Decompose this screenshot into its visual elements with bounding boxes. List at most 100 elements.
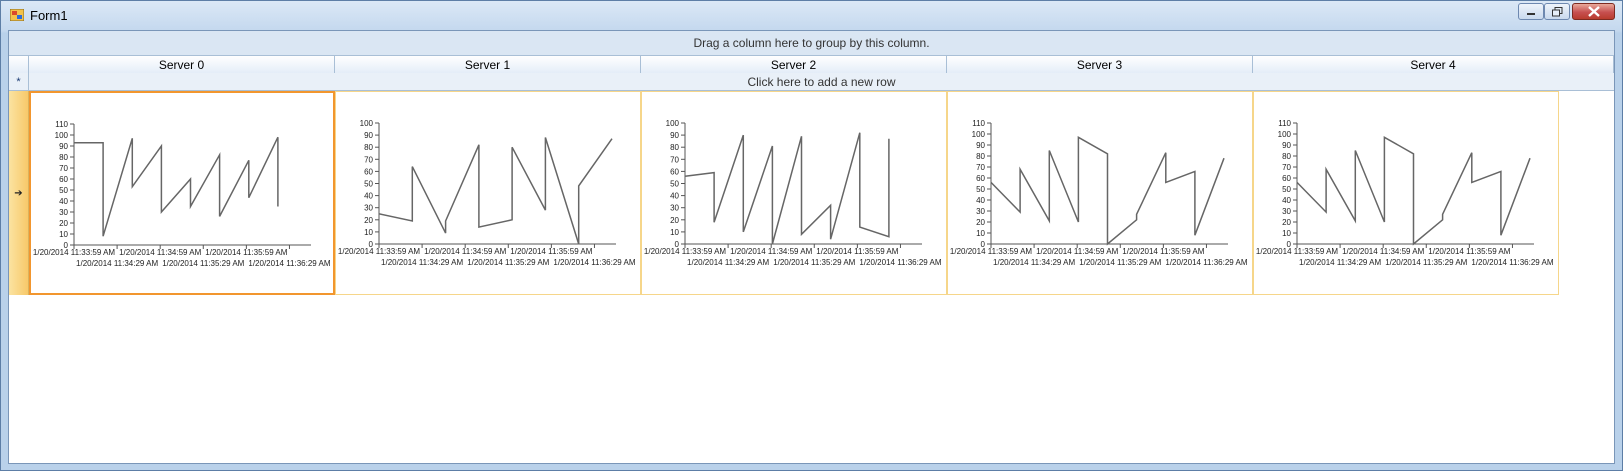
x-tick-label: 1/20/2014 11:35:29 AM	[1079, 258, 1161, 267]
y-tick-label: 10	[670, 228, 679, 237]
new-row-hint: Click here to add a new row	[747, 74, 896, 89]
x-tick-label: 1/20/2014 11:34:29 AM	[993, 258, 1075, 267]
close-button[interactable]	[1572, 3, 1615, 20]
x-tick-label: 1/20/2014 11:33:59 AM	[950, 247, 1032, 256]
y-tick-label: 30	[364, 204, 373, 213]
minimize-button[interactable]	[1518, 3, 1544, 20]
y-tick-label: 60	[670, 167, 679, 176]
close-icon	[1587, 6, 1600, 17]
chart-cell-server-3[interactable]: 0 10 20 30 40 50 60 70 80 90 100 110 1/20/2014 11:33…	[947, 91, 1253, 295]
y-tick-label: 80	[59, 153, 68, 162]
y-tick-label: 60	[59, 175, 68, 184]
y-tick-label: 110	[1278, 119, 1291, 128]
restore-icon	[1551, 6, 1562, 16]
x-tick-label: 1/20/2014 11:33:59 AM	[1256, 247, 1338, 256]
y-tick-label: 20	[1282, 218, 1291, 227]
current-row-indicator: ➔	[9, 91, 29, 295]
y-tick-label: 20	[670, 216, 679, 225]
y-tick-label: 60	[364, 167, 373, 176]
chart-server-3: 01020304050607080901001101/20/2014 11:33…	[950, 119, 1248, 267]
column-header-server-3[interactable]: Server 3	[947, 56, 1253, 73]
title-bar[interactable]: Form1	[1, 1, 1622, 29]
group-by-panel[interactable]: Drag a column here to group by this colu…	[9, 31, 1614, 55]
x-tick-label: 1/20/2014 11:34:29 AM	[687, 258, 769, 267]
x-tick-label: 1/20/2014 11:36:29 AM	[1165, 258, 1247, 267]
y-tick-label: 40	[59, 197, 68, 206]
chart-cell-server-0[interactable]: 0 10 20 30 40 50 60 70 80 90 100 110 1/20/2014 11:33…	[29, 91, 335, 295]
x-tick-label: 1/20/2014 11:35:59 AM	[205, 248, 287, 257]
y-tick-label: 90	[364, 131, 373, 140]
x-tick-label: 1/20/2014 11:34:59 AM	[1342, 247, 1424, 256]
y-tick-label: 80	[976, 152, 985, 161]
y-tick-label: 100	[972, 130, 986, 139]
x-tick-label: 1/20/2014 11:34:59 AM	[1036, 247, 1118, 256]
y-tick-label: 60	[1282, 174, 1291, 183]
column-header-server-1[interactable]: Server 1	[335, 56, 641, 73]
x-tick-label: 1/20/2014 11:35:59 AM	[1122, 247, 1204, 256]
column-header-server-2[interactable]: Server 2	[641, 56, 947, 73]
grid-empty-area	[9, 295, 1614, 463]
y-tick-label: 90	[976, 141, 985, 150]
x-tick-label: 1/20/2014 11:34:59 AM	[119, 248, 201, 257]
y-tick-label: 70	[1282, 163, 1291, 172]
chart-cell-server-2[interactable]: 0 10 20 30 40 50 60 70 80 90 100 1/20/2014 11:33:59…	[641, 91, 947, 295]
y-tick-label: 80	[670, 143, 679, 152]
y-tick-label: 40	[364, 192, 373, 201]
header-row-indicator	[9, 56, 29, 73]
y-tick-label: 50	[1282, 185, 1291, 194]
y-tick-label: 100	[666, 119, 680, 128]
column-header-server-0[interactable]: Server 0	[29, 56, 335, 73]
y-tick-label: 50	[976, 185, 985, 194]
x-tick-label: 1/20/2014 11:35:29 AM	[773, 258, 855, 267]
column-header-row: Server 0 Server 1 Server 2 Server 3 Serv…	[9, 55, 1614, 74]
x-tick-label: 1/20/2014 11:36:29 AM	[1471, 258, 1553, 267]
grid-control[interactable]: Drag a column here to group by this colu…	[8, 30, 1615, 464]
chart-server-1: 01020304050607080901001/20/2014 11:33:59…	[338, 119, 636, 267]
y-tick-label: 100	[55, 131, 69, 140]
chart-server-4: 01020304050607080901001101/20/2014 11:33…	[1256, 119, 1554, 267]
y-tick-label: 40	[670, 192, 679, 201]
y-tick-label: 90	[670, 131, 679, 140]
y-tick-label: 40	[1282, 196, 1291, 205]
y-tick-label: 70	[59, 164, 68, 173]
y-tick-label: 20	[59, 219, 68, 228]
new-row-indicator: *	[9, 73, 29, 90]
minimize-icon	[1527, 12, 1535, 15]
x-tick-label: 1/20/2014 11:34:29 AM	[381, 258, 463, 267]
y-tick-label: 50	[59, 186, 68, 195]
x-tick-label: 1/20/2014 11:35:29 AM	[162, 259, 244, 268]
column-header-server-4[interactable]: Server 4	[1253, 56, 1614, 73]
window-title: Form1	[30, 8, 68, 23]
y-tick-label: 20	[364, 216, 373, 225]
y-tick-label: 110	[55, 120, 68, 129]
chart-cell-server-1[interactable]: 0 10 20 30 40 50 60 70 80 90 100 1/20/2014 11:33:59…	[335, 91, 641, 295]
y-tick-label: 70	[364, 155, 373, 164]
x-tick-label: 1/20/2014 11:34:29 AM	[1299, 258, 1381, 267]
x-tick-label: 1/20/2014 11:35:59 AM	[1428, 247, 1510, 256]
y-tick-label: 40	[976, 196, 985, 205]
series-line	[990, 136, 1225, 246]
maximize-button[interactable]	[1544, 3, 1570, 20]
x-tick-label: 1/20/2014 11:35:29 AM	[1385, 258, 1467, 267]
x-tick-label: 1/20/2014 11:35:29 AM	[467, 258, 549, 267]
data-row[interactable]: ➔ 0 10 20 30 40 50 60 70 80 90 100 110 1/20/2014 11:…	[9, 91, 1614, 295]
group-by-hint: Drag a column here to group by this colu…	[693, 36, 930, 50]
x-tick-label: 1/20/2014 11:36:29 AM	[859, 258, 941, 267]
x-tick-label: 1/20/2014 11:35:59 AM	[510, 247, 592, 256]
y-tick-label: 30	[59, 208, 68, 217]
y-tick-label: 80	[364, 143, 373, 152]
chart-cell-server-4[interactable]: 0 10 20 30 40 50 60 70 80 90 100 110 1/20/2014 11:33…	[1253, 91, 1559, 295]
series-line	[1296, 136, 1531, 246]
new-item-row[interactable]: * Click here to add a new row	[9, 73, 1614, 91]
y-tick-label: 70	[670, 155, 679, 164]
y-tick-label: 10	[364, 228, 373, 237]
y-tick-label: 10	[976, 229, 985, 238]
y-tick-label: 30	[976, 207, 985, 216]
y-tick-label: 70	[976, 163, 985, 172]
x-tick-label: 1/20/2014 11:34:59 AM	[730, 247, 812, 256]
y-tick-label: 50	[670, 180, 679, 189]
y-tick-label: 100	[360, 119, 374, 128]
y-tick-label: 30	[1282, 207, 1291, 216]
x-tick-label: 1/20/2014 11:34:29 AM	[76, 259, 158, 268]
y-tick-label: 80	[1282, 152, 1291, 161]
